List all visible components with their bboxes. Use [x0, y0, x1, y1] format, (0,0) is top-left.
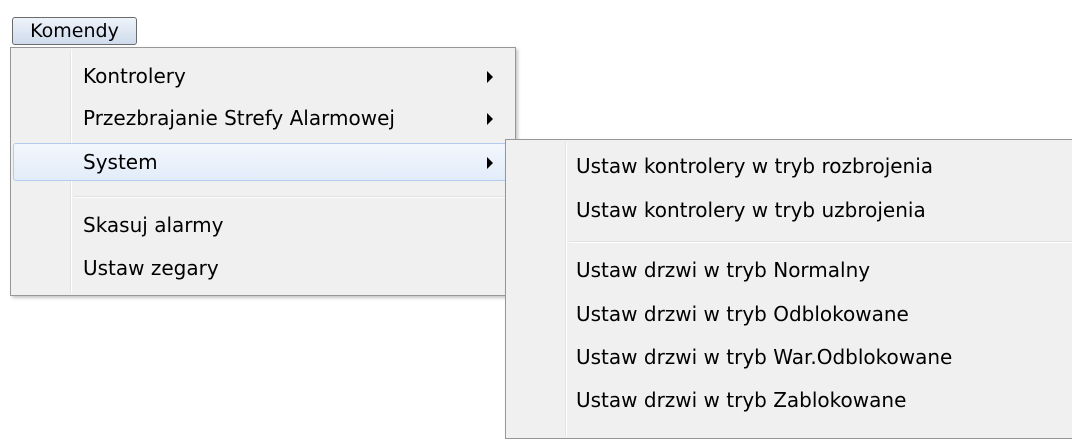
menu-item-kontrolery[interactable]: Kontrolery [13, 57, 513, 95]
submenu-arrow-icon [487, 71, 493, 83]
menu-item-system[interactable]: System [13, 143, 513, 181]
menu-item-label: Ustaw zegary [83, 256, 219, 280]
submenu-arrow-icon [487, 113, 493, 125]
commands-menu-button[interactable]: Komendy [12, 17, 137, 45]
menu-item-label: Ustaw drzwi w tryb Zablokowane [576, 388, 907, 412]
menu-item-skasuj-alarmy[interactable]: Skasuj alarmy [13, 206, 513, 244]
menu-item-uzbrojenia[interactable]: Ustaw kontrolery w tryb uzbrojenia [508, 191, 1072, 229]
menu-item-przezbrajanie[interactable]: Przezbrajanie Strefy Alarmowej [13, 99, 513, 137]
menu-item-drzwi-war-odblokowane[interactable]: Ustaw drzwi w tryb War.Odblokowane [508, 338, 1072, 376]
menu-separator [74, 196, 511, 198]
menu-item-label: System [83, 150, 158, 174]
menu-item-drzwi-normalny[interactable]: Ustaw drzwi w tryb Normalny [508, 251, 1072, 289]
menu-item-label: Ustaw kontrolery w tryb uzbrojenia [576, 198, 926, 222]
menu-item-label: Ustaw drzwi w tryb War.Odblokowane [576, 345, 953, 369]
menu-item-drzwi-zablokowane[interactable]: Ustaw drzwi w tryb Zablokowane [508, 381, 1072, 419]
menu-item-drzwi-odblokowane[interactable]: Ustaw drzwi w tryb Odblokowane [508, 295, 1072, 333]
menu-separator [569, 241, 1072, 243]
menu-item-label: Skasuj alarmy [83, 213, 224, 237]
menu-item-rozbrojenia[interactable]: Ustaw kontrolery w tryb rozbrojenia [508, 147, 1072, 185]
submenu-arrow-icon [487, 157, 493, 169]
commands-dropdown-menu: Kontrolery Przezbrajanie Strefy Alarmowe… [10, 47, 516, 296]
menu-item-label: Ustaw kontrolery w tryb rozbrojenia [576, 154, 934, 178]
menu-item-label: Kontrolery [83, 64, 186, 88]
system-submenu: Ustaw kontrolery w tryb rozbrojenia Usta… [505, 139, 1072, 439]
menu-item-label: Przezbrajanie Strefy Alarmowej [83, 106, 395, 130]
menu-item-label: Ustaw drzwi w tryb Normalny [576, 258, 871, 282]
menu-item-ustaw-zegary[interactable]: Ustaw zegary [13, 249, 513, 287]
menu-item-label: Ustaw drzwi w tryb Odblokowane [576, 302, 909, 326]
